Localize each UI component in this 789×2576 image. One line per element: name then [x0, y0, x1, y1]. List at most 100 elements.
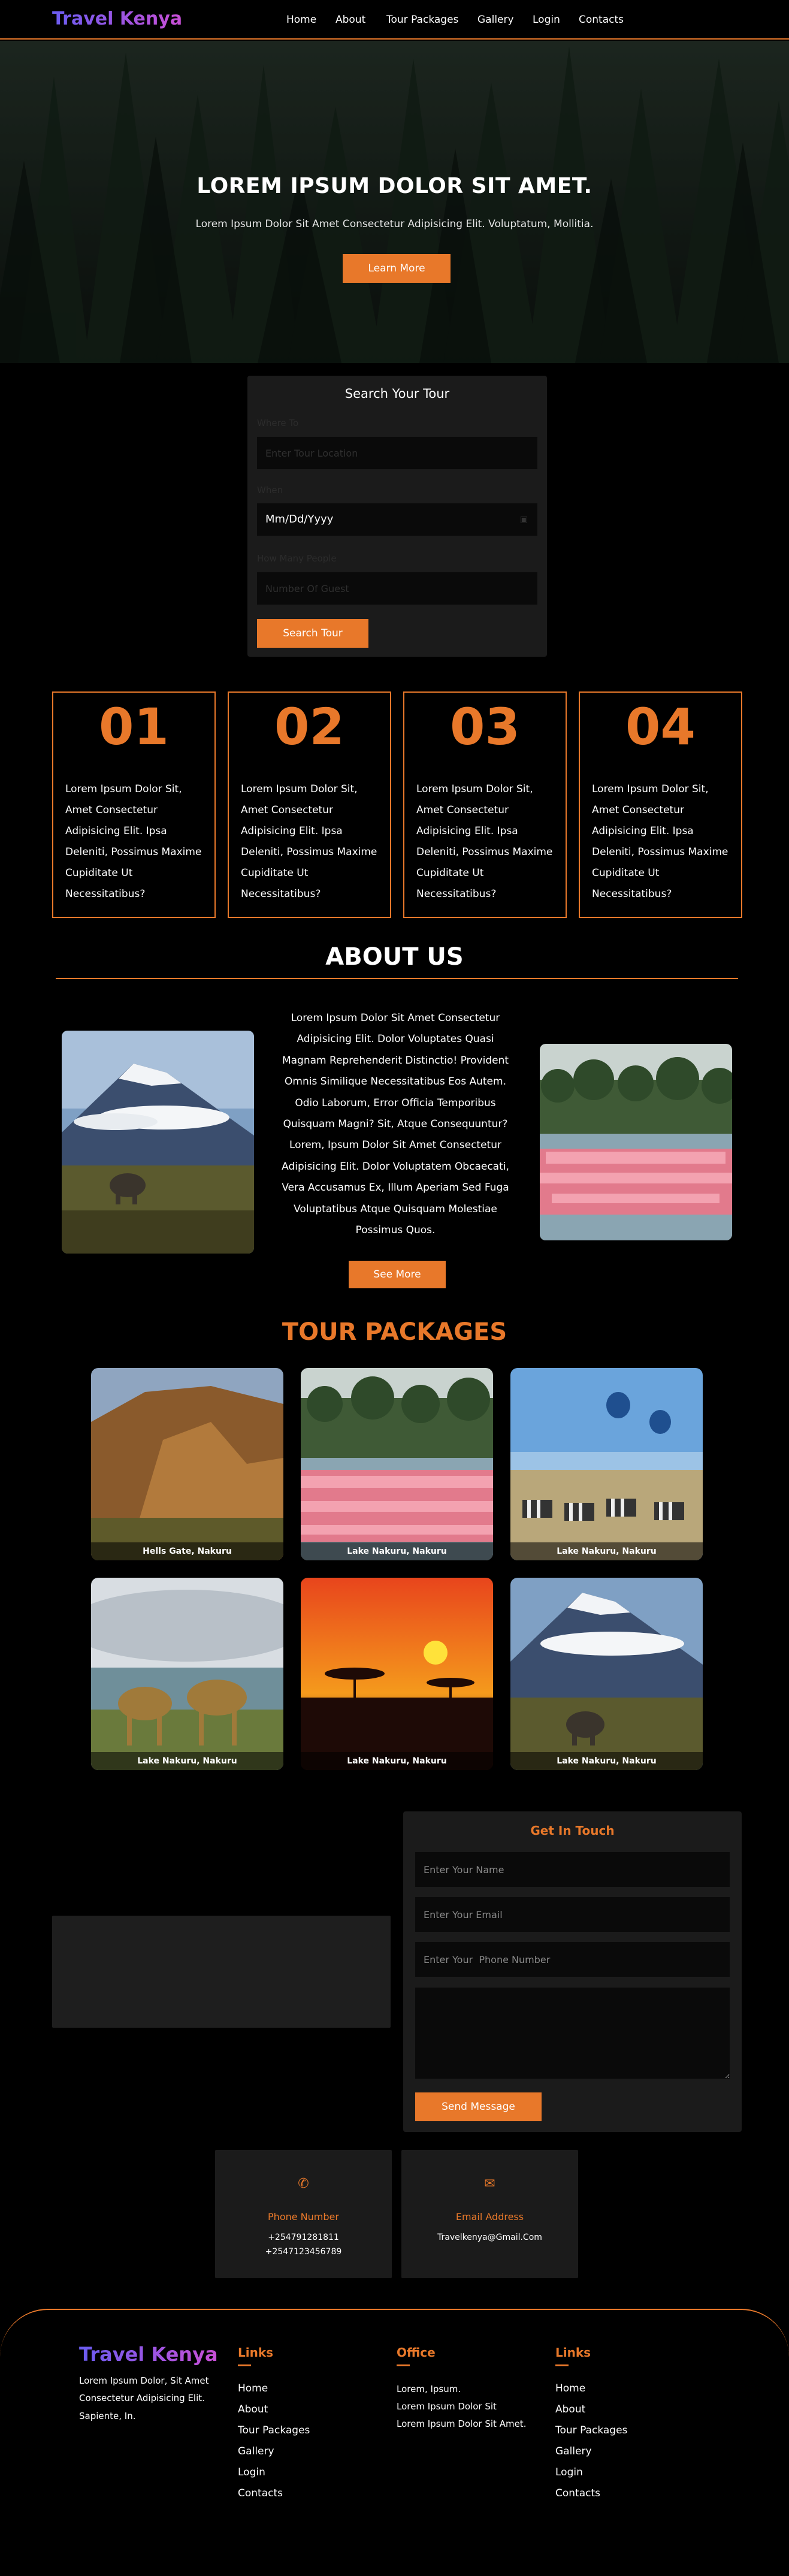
package-caption: Lake Nakuru, Nakuru — [301, 1542, 493, 1560]
contact-form: Get In Touch Send Message — [403, 1811, 742, 2132]
step-card: 02 Lorem Ipsum Dolor Sit, Amet Consectet… — [228, 691, 391, 918]
package-caption: Lake Nakuru, Nakuru — [510, 1542, 703, 1560]
step-number: 04 — [625, 697, 696, 756]
phone-info-card: ✆ Phone Number +254791281811 +2547123456… — [215, 2150, 392, 2278]
package-card[interactable]: Lake Nakuru, Nakuru — [91, 1578, 283, 1770]
phone-line-2: +2547123456789 — [265, 2247, 342, 2257]
step-card: 04 Lorem Ipsum Dolor Sit, Amet Consectet… — [579, 691, 742, 918]
footer-underline — [397, 2364, 410, 2366]
phone-input[interactable] — [415, 1942, 730, 1977]
send-message-button[interactable]: Send Message — [415, 2092, 542, 2121]
map-embed[interactable] — [52, 1916, 391, 2028]
footer-link-login[interactable]: Login — [555, 2466, 583, 2478]
nav-link-home[interactable]: Home — [286, 14, 316, 26]
footer-link-login[interactable]: Login — [238, 2466, 265, 2478]
footer-link-tour-packages[interactable]: Tour Packages — [238, 2424, 310, 2436]
when-label: When — [257, 485, 283, 496]
search-tour-button[interactable]: Search Tour — [257, 619, 368, 648]
step-text: Lorem Ipsum Dolor Sit, Amet Consectetur … — [65, 783, 202, 900]
email-title: Email Address — [455, 2211, 524, 2222]
footer-link-gallery[interactable]: Gallery — [238, 2445, 274, 2457]
footer-brand[interactable]: Travel Kenya — [79, 2343, 218, 2366]
learn-more-button[interactable]: Learn More — [343, 254, 451, 283]
footer-link-home[interactable]: Home — [238, 2382, 268, 2394]
package-caption: Lake Nakuru, Nakuru — [301, 1752, 493, 1770]
package-card[interactable]: Hells Gate, Nakuru — [91, 1368, 283, 1560]
date-value: Mm/Dd/Yyyy — [265, 513, 334, 526]
nav-link-gallery[interactable]: Gallery — [477, 14, 514, 26]
phone-title: Phone Number — [268, 2211, 339, 2222]
footer-links-title: Links — [238, 2345, 274, 2360]
people-label: How Many People — [257, 553, 337, 564]
gorge-photo — [91, 1368, 283, 1560]
about-divider — [56, 978, 738, 979]
nav-link-login[interactable]: Login — [533, 14, 560, 26]
footer-desc-line: Lorem Ipsum Dolor, Sit Amet — [79, 2375, 209, 2386]
package-caption: Lake Nakuru, Nakuru — [510, 1752, 703, 1770]
forest-background-image — [0, 41, 789, 363]
email-input[interactable] — [415, 1897, 730, 1932]
package-caption: Lake Nakuru, Nakuru — [91, 1752, 283, 1770]
guests-input[interactable] — [257, 572, 537, 605]
nav-link-tour-packages[interactable]: Tour Packages — [386, 14, 458, 26]
footer-link-contacts[interactable]: Contacts — [555, 2487, 600, 2499]
calendar-icon[interactable]: ▣ — [520, 503, 528, 536]
footer-link-home[interactable]: Home — [555, 2382, 585, 2394]
footer-link-about[interactable]: About — [238, 2403, 268, 2415]
package-card[interactable]: Lake Nakuru, Nakuru — [510, 1368, 703, 1560]
footer-desc-line: Consectetur Adipisicing Elit. — [79, 2393, 205, 2403]
form-title: Get In Touch — [530, 1823, 615, 1838]
phone-icon: ✆ — [298, 2176, 309, 2191]
nav-link-about[interactable]: About — [335, 14, 365, 26]
name-input[interactable] — [415, 1852, 730, 1887]
search-tour-panel: Search Your Tour Where To When Mm/Dd/Yyy… — [247, 376, 547, 657]
footer-links2-title: Links — [555, 2345, 591, 2360]
office-line: Lorem, Ipsum. — [397, 2384, 461, 2394]
package-caption: Hells Gate, Nakuru — [91, 1542, 283, 1560]
step-text: Lorem Ipsum Dolor Sit, Amet Consectetur … — [592, 783, 728, 900]
office-line: Lorem Ipsum Dolor Sit Amet. — [397, 2418, 527, 2429]
footer-link-about[interactable]: About — [555, 2403, 585, 2415]
step-card: 01 Lorem Ipsum Dolor Sit, Amet Consectet… — [52, 691, 216, 918]
location-input[interactable] — [257, 437, 537, 469]
nav-link-contacts[interactable]: Contacts — [579, 14, 624, 26]
hero-title: LOREM IPSUM DOLOR SIT AMET. — [197, 174, 592, 198]
step-card: 03 Lorem Ipsum Dolor Sit, Amet Consectet… — [403, 691, 567, 918]
hero-section: LOREM IPSUM DOLOR SIT AMET. Lorem Ipsum … — [0, 41, 789, 363]
step-number: 01 — [99, 697, 169, 756]
package-card[interactable]: Lake Nakuru, Nakuru — [301, 1578, 493, 1770]
tour-packages-title: TOUR PACKAGES — [282, 1318, 507, 1346]
phone-line-1: +254791281811 — [268, 2233, 339, 2242]
step-number: 03 — [450, 697, 520, 756]
brand-logo[interactable]: Travel Kenya — [52, 8, 182, 29]
package-card[interactable]: Lake Nakuru, Nakuru — [510, 1578, 703, 1770]
envelope-icon: ✉ — [484, 2176, 495, 2191]
balloon-zebra-photo — [510, 1368, 703, 1560]
step-number: 02 — [274, 697, 344, 756]
step-text: Lorem Ipsum Dolor Sit, Amet Consectetur … — [241, 783, 377, 900]
step-text: Lorem Ipsum Dolor Sit, Amet Consectetur … — [416, 783, 553, 900]
kilimanjaro-photo — [510, 1578, 703, 1770]
navbar: Travel Kenya Home About Tour Packages Ga… — [0, 0, 789, 40]
date-input[interactable]: Mm/Dd/Yyyy ▣ — [257, 503, 537, 536]
flamingo-lake-image — [540, 1044, 732, 1240]
email-info-card: ✉ Email Address Travelkenya@Gmail.Com — [401, 2150, 578, 2278]
footer-desc-line: Sapiente, In. — [79, 2411, 136, 2421]
flamingo-photo — [301, 1368, 493, 1560]
camel-photo — [91, 1578, 283, 1770]
footer-link-tour-packages[interactable]: Tour Packages — [555, 2424, 627, 2436]
footer-underline — [238, 2364, 251, 2366]
sunset-photo — [301, 1578, 493, 1770]
where-label: Where To — [257, 418, 299, 428]
office-line: Lorem Ipsum Dolor Sit — [397, 2401, 497, 2412]
search-title: Search Your Tour — [344, 386, 450, 401]
footer-link-contacts[interactable]: Contacts — [238, 2487, 283, 2499]
kilimanjaro-elephant-image — [62, 1031, 254, 1254]
email-line[interactable]: Travelkenya@Gmail.Com — [401, 2233, 578, 2242]
footer-link-gallery[interactable]: Gallery — [555, 2445, 592, 2457]
footer-underline — [555, 2364, 569, 2366]
hero-subtitle: Lorem Ipsum Dolor Sit Amet Consectetur A… — [195, 218, 594, 230]
package-card[interactable]: Lake Nakuru, Nakuru — [301, 1368, 493, 1560]
message-textarea[interactable] — [415, 1988, 730, 2079]
see-more-button[interactable]: See More — [349, 1261, 446, 1288]
